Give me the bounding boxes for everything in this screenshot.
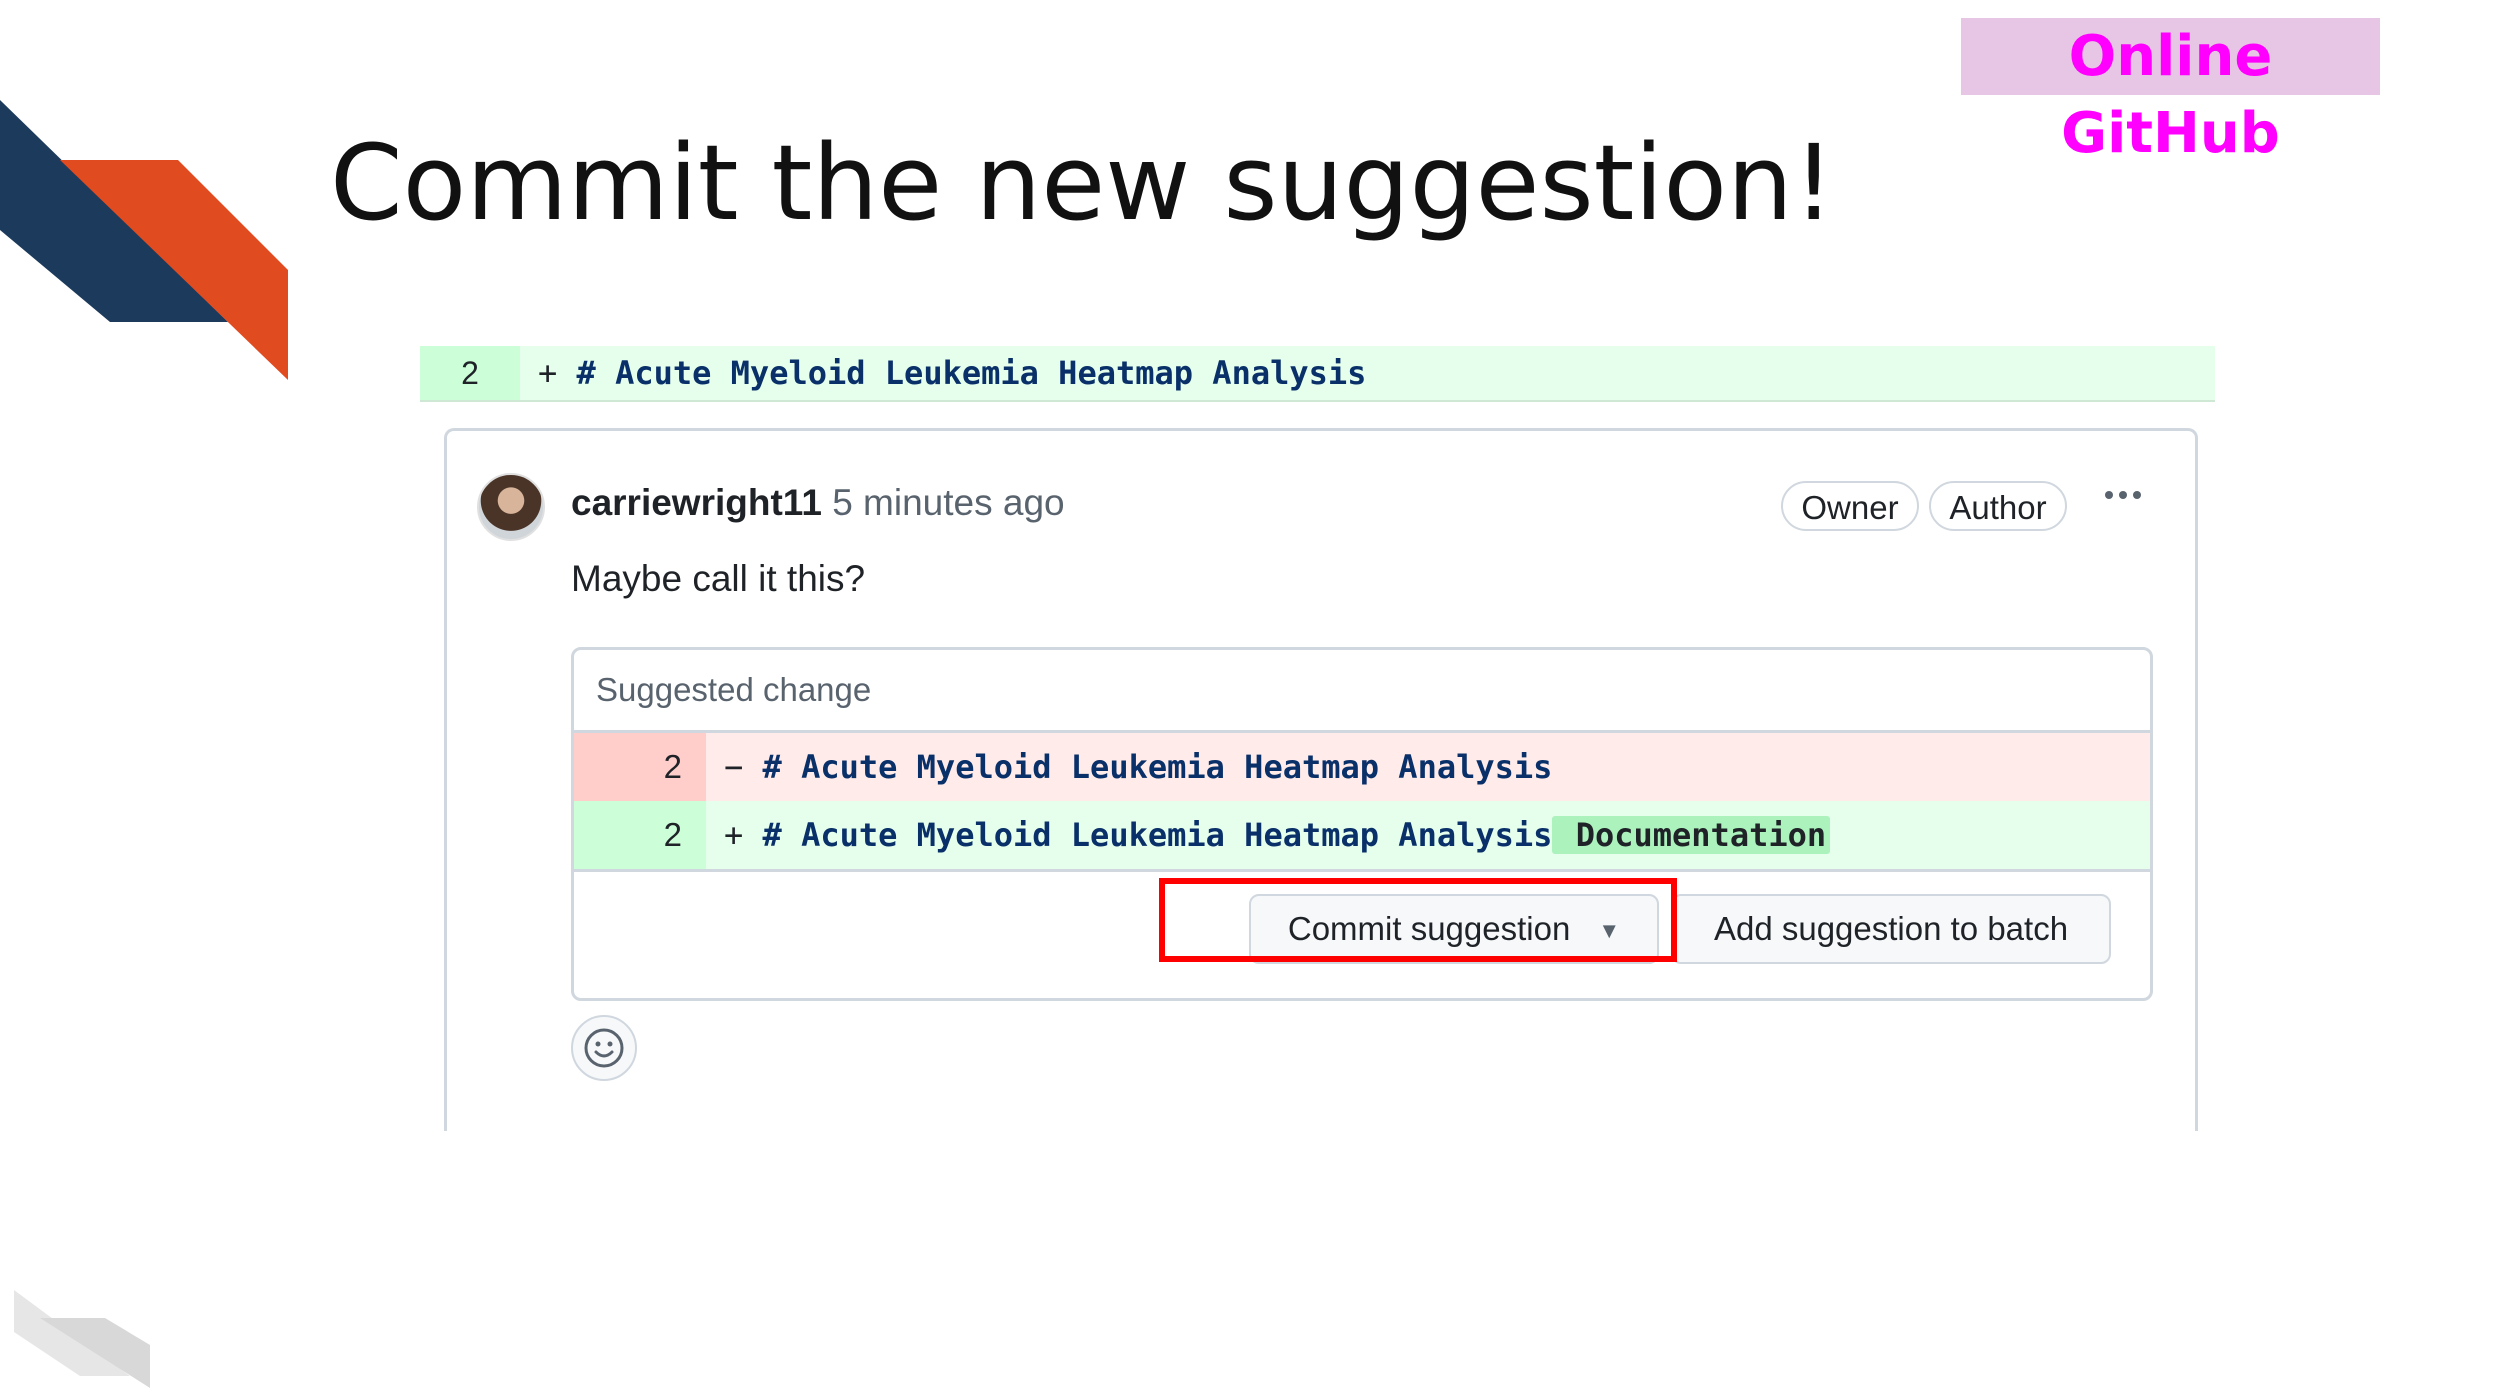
comment-author-line: carriewright11 5 minutes ago bbox=[571, 473, 1065, 533]
suggested-change-header: Suggested change bbox=[574, 650, 2150, 733]
diff-sign: + bbox=[724, 816, 744, 854]
line-number: 2 bbox=[574, 801, 706, 869]
kebab-horizontal-icon[interactable] bbox=[2095, 473, 2151, 529]
smiley-icon bbox=[584, 1028, 624, 1068]
diff-sign: + bbox=[538, 354, 558, 392]
add-reaction-button[interactable] bbox=[571, 1015, 637, 1081]
review-comment-card: carriewright11 5 minutes ago Owner Autho… bbox=[444, 428, 2198, 1131]
removed-code: − # Acute Myeloid Leukemia Heatmap Analy… bbox=[724, 733, 1552, 801]
line-number: 2 bbox=[420, 346, 520, 400]
suggestion-added-line: 2 + # Acute Myeloid Leukemia Heatmap Ana… bbox=[574, 801, 2150, 869]
bottom-decoration bbox=[14, 1290, 150, 1388]
added-code: + # Acute Myeloid Leukemia Heatmap Analy… bbox=[724, 801, 1831, 869]
author-name[interactable]: carriewright11 bbox=[571, 482, 822, 523]
author-badge: Author bbox=[1929, 481, 2067, 531]
added-word-highlight: Documentation bbox=[1552, 816, 1831, 854]
avatar[interactable] bbox=[477, 473, 545, 541]
diff-sign: − bbox=[724, 748, 744, 786]
more-options-icon bbox=[2105, 491, 2141, 499]
added-code-text: # Acute Myeloid Leukemia Heatmap Analysi… bbox=[762, 816, 1553, 854]
corner-decoration bbox=[0, 100, 288, 380]
suggested-change-box: Suggested change 2 − # Acute Myeloid Leu… bbox=[571, 647, 2153, 1001]
suggestion-actions: Commit suggestion ▼ Add suggestion to bat… bbox=[574, 869, 2150, 998]
line-number: 2 bbox=[574, 733, 706, 801]
triangle-down-icon[interactable]: ▼ bbox=[1598, 898, 1620, 964]
comment-timestamp[interactable]: 5 minutes ago bbox=[832, 482, 1064, 523]
removed-code-text: # Acute Myeloid Leukemia Heatmap Analysi… bbox=[762, 748, 1553, 786]
online-github-badge: Online GitHub bbox=[1961, 18, 2380, 166]
diff-code: + # Acute Myeloid Leukemia Heatmap Analy… bbox=[538, 346, 1366, 400]
commit-suggestion-button[interactable]: Commit suggestion ▼ bbox=[1249, 894, 1659, 964]
diff-code-text: # Acute Myeloid Leukemia Heatmap Analysi… bbox=[576, 354, 1367, 392]
add-suggestion-to-batch-button[interactable]: Add suggestion to batch bbox=[1671, 894, 2111, 964]
owner-badge: Owner bbox=[1781, 481, 1919, 531]
slide-title: Commit the new suggestion! bbox=[330, 122, 1835, 244]
commit-suggestion-label: Commit suggestion bbox=[1287, 910, 1571, 947]
comment-body: Maybe call it this? bbox=[571, 558, 866, 599]
suggestion-removed-line: 2 − # Acute Myeloid Leukemia Heatmap Ana… bbox=[574, 733, 2150, 801]
diff-line-added: 2 + # Acute Myeloid Leukemia Heatmap Ana… bbox=[420, 346, 2215, 402]
